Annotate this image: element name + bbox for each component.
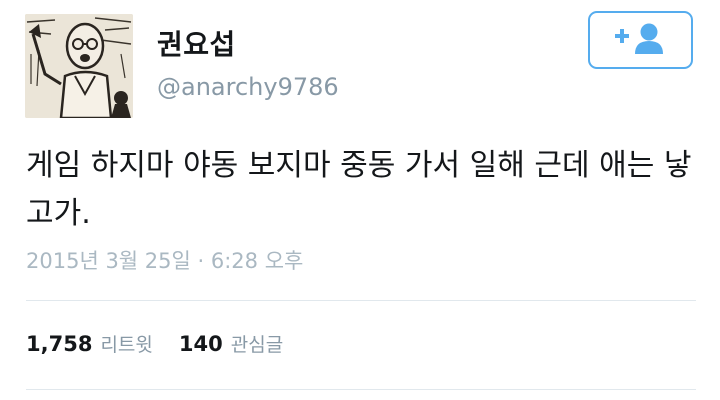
retweet-stat[interactable]: 1,758 리트윗 bbox=[26, 330, 153, 357]
display-name[interactable]: 권요섭 bbox=[157, 28, 236, 62]
tweet-stats: 1,758 리트윗 140 관심글 bbox=[26, 330, 309, 366]
retweet-label: 리트윗 bbox=[100, 334, 153, 356]
divider bbox=[26, 300, 696, 301]
retweet-count: 1,758 bbox=[26, 332, 93, 356]
tweet-text: 게임 하지마 야동 보지마 중동 가서 일해 근데 애는 낳고가. bbox=[26, 148, 692, 231]
add-user-icon bbox=[613, 21, 669, 59]
like-count: 140 bbox=[178, 332, 223, 356]
tweet-timestamp[interactable]: 2015년 3월 25일 · 6:28 오후 bbox=[26, 246, 303, 276]
avatar[interactable] bbox=[25, 14, 133, 118]
follow-button[interactable] bbox=[588, 11, 693, 69]
divider bbox=[26, 389, 696, 390]
like-label: 관심글 bbox=[230, 334, 284, 356]
avatar-illustration bbox=[25, 14, 133, 118]
like-stat[interactable]: 140 관심글 bbox=[179, 330, 283, 357]
screen-name[interactable]: @anarchy9786 bbox=[157, 72, 339, 102]
